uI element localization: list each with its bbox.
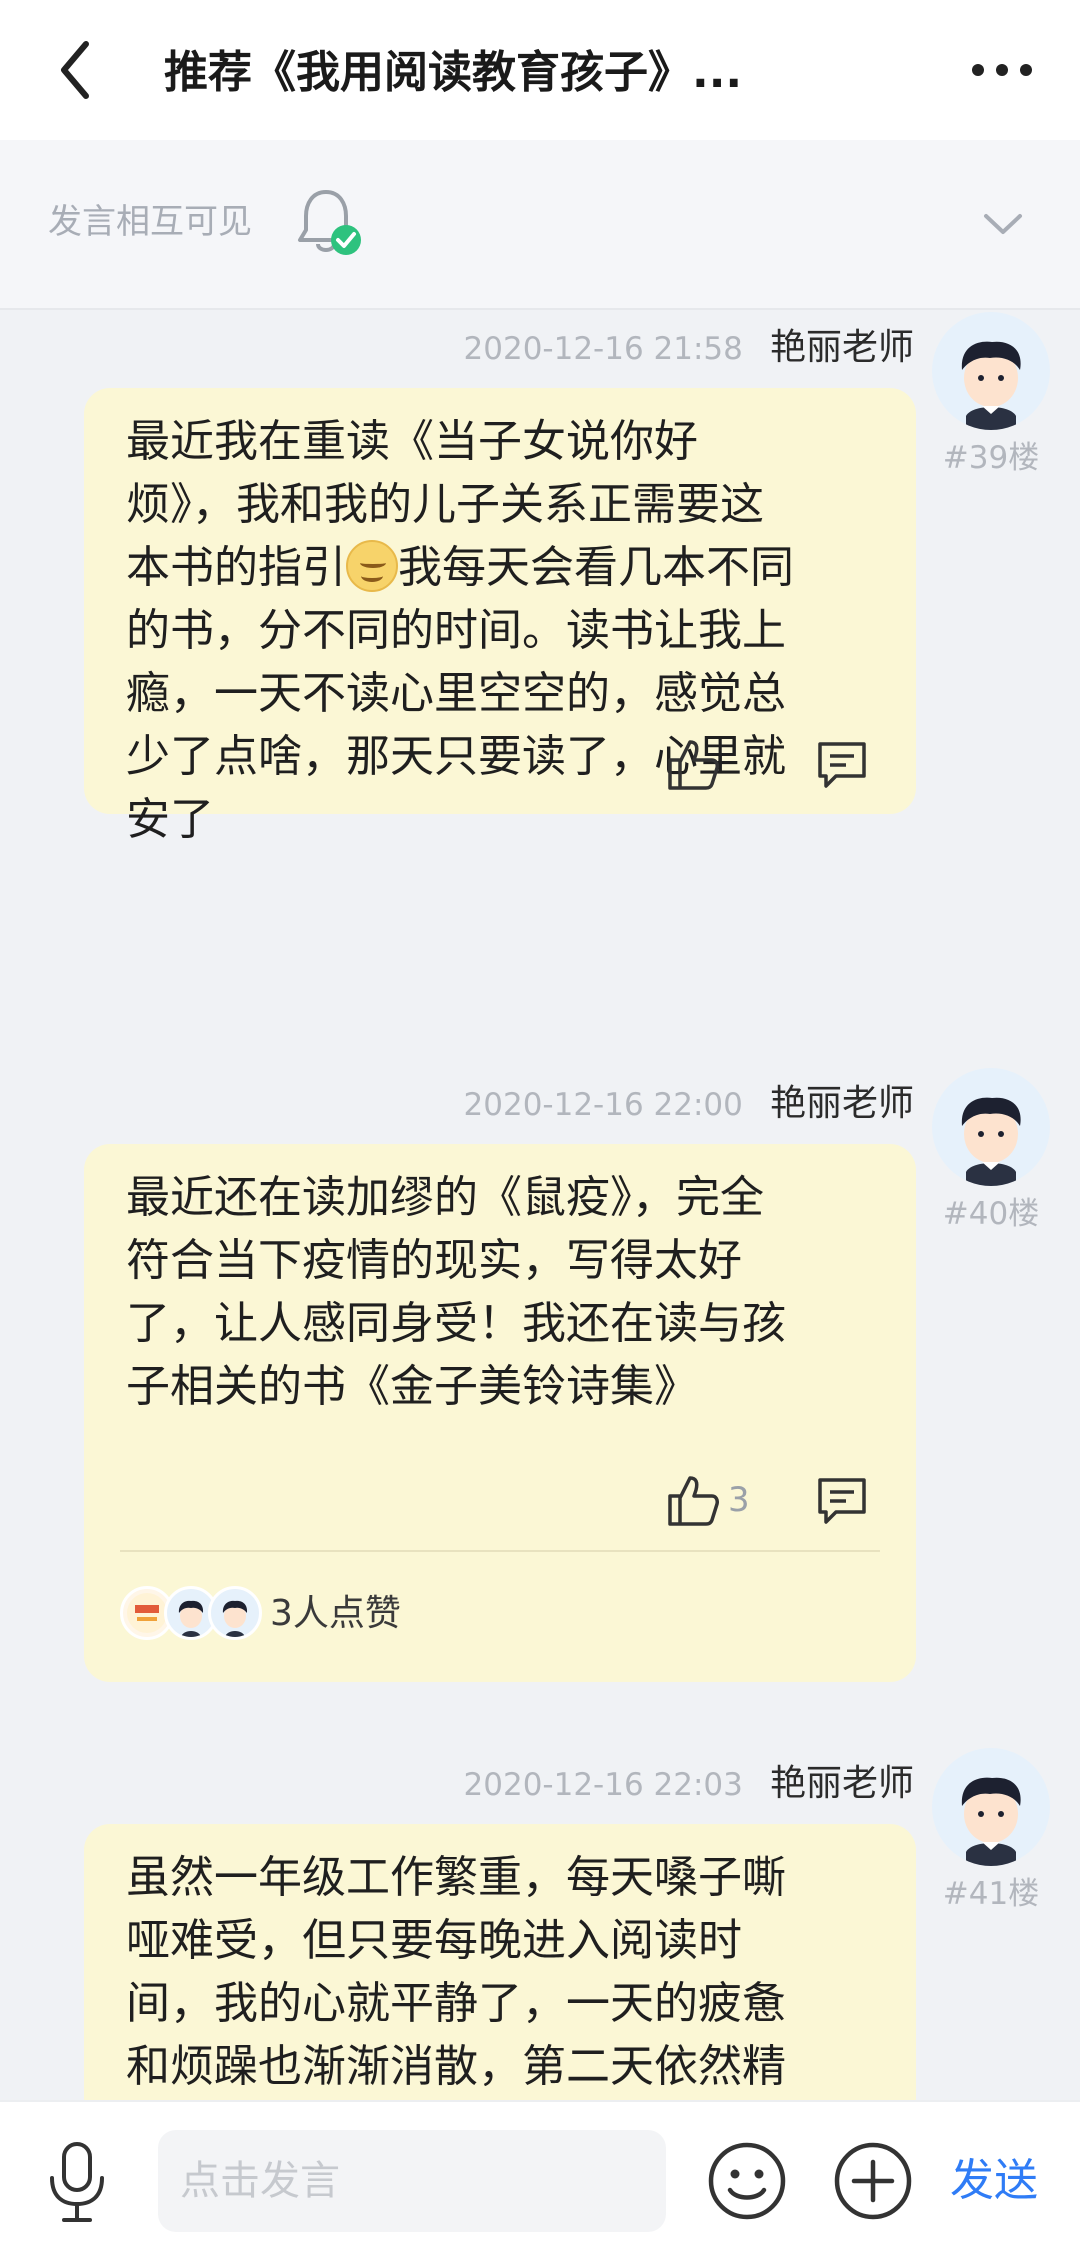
likers-count-text: 3人点赞 [270, 1593, 401, 1634]
avatar[interactable] [932, 312, 1050, 430]
message-text: 最近还在读加缪的《鼠疫》，完全 符合当下疫情的现实，写得太好 了，让人感同身受！… [126, 1172, 786, 1412]
visibility-notice-text: 发言相互可见 [48, 202, 252, 242]
divider [120, 1550, 880, 1552]
more-options-icon[interactable] [966, 40, 1038, 100]
message-bubble[interactable]: 最近还在读加缪的《鼠疫》，完全 符合当下疫情的现实，写得太好 了，让人感同身受！… [84, 1144, 916, 1682]
post-meta: 2020-12-16 22:03 艳丽老师 [464, 1756, 914, 1812]
emoji-icon[interactable] [706, 2140, 788, 2222]
post-author[interactable]: 艳丽老师 [770, 327, 914, 368]
message-bubble[interactable]: 虽然一年级工作繁重，每天嗓子嘶 哑难受，但只要每晚进入阅读时 间，我的心就平静了… [84, 1824, 916, 2100]
boy-avatar-icon [961, 1777, 1021, 1866]
post-author[interactable]: 艳丽老师 [770, 1083, 914, 1124]
post-meta: 2020-12-16 22:00 艳丽老师 [464, 1076, 914, 1132]
boy-avatar-icon [222, 1600, 248, 1637]
message-bubble[interactable]: 最近我在重读《当子女说你好 烦》，我和我的儿子关系正需要这 本书的指引 我每天会看… [84, 388, 916, 845]
bell-check-icon[interactable] [296, 186, 366, 260]
boy-avatar-icon [961, 1097, 1021, 1186]
comment-icon[interactable] [814, 1472, 870, 1528]
message-list[interactable]: 2020-12-16 21:58 艳丽老师 #39楼 最近我在重读《当子女说你好… [0, 308, 1080, 2100]
message-input[interactable] [158, 2130, 666, 2232]
thumbs-up-icon[interactable] [662, 734, 722, 794]
top-bar: 推荐《我用阅读教育孩子》... [0, 0, 1080, 140]
avatar[interactable] [932, 1068, 1050, 1186]
chevron-down-icon[interactable] [978, 200, 1028, 250]
avatar[interactable] [932, 1748, 1050, 1866]
message-text: 虽然一年级工作繁重，每天嗓子嘶 哑难受，但只要每晚进入阅读时 间，我的心就平静了… [126, 1852, 786, 2092]
comment-icon[interactable] [814, 736, 870, 792]
floor-number: #41楼 [942, 1876, 1040, 1912]
floor-number: #40楼 [942, 1196, 1040, 1232]
send-button[interactable]: 发送 [950, 2146, 1038, 2216]
add-icon[interactable] [832, 2140, 914, 2222]
composer-bar: 发送 [0, 2100, 1080, 2260]
post-author[interactable]: 艳丽老师 [770, 1763, 914, 1804]
boy-avatar-icon [961, 341, 1021, 430]
visibility-notice-bar: 发言相互可见 [0, 140, 1080, 310]
smile-emoji-icon [346, 540, 398, 592]
microphone-icon[interactable] [42, 2140, 112, 2226]
post-time: 2020-12-16 22:03 [463, 1767, 743, 1803]
page-title: 推荐《我用阅读教育孩子》... [164, 47, 743, 98]
liker-avatar [208, 1586, 262, 1640]
post-meta: 2020-12-16 21:58 艳丽老师 [464, 320, 914, 376]
back-arrow-icon[interactable] [48, 34, 108, 106]
likers-row[interactable]: 3人点赞 [120, 1586, 680, 1642]
post-time: 2020-12-16 21:58 [463, 331, 743, 367]
thumbs-up-icon[interactable] [662, 1470, 722, 1530]
message-text: 最近我在重读《当子女说你好 烦》，我和我的儿子关系正需要这 本书的指引 我每天会看… [126, 410, 886, 851]
like-count: 3 [728, 1480, 750, 1520]
post-time: 2020-12-16 22:00 [463, 1087, 743, 1123]
floor-number: #39楼 [942, 440, 1040, 476]
